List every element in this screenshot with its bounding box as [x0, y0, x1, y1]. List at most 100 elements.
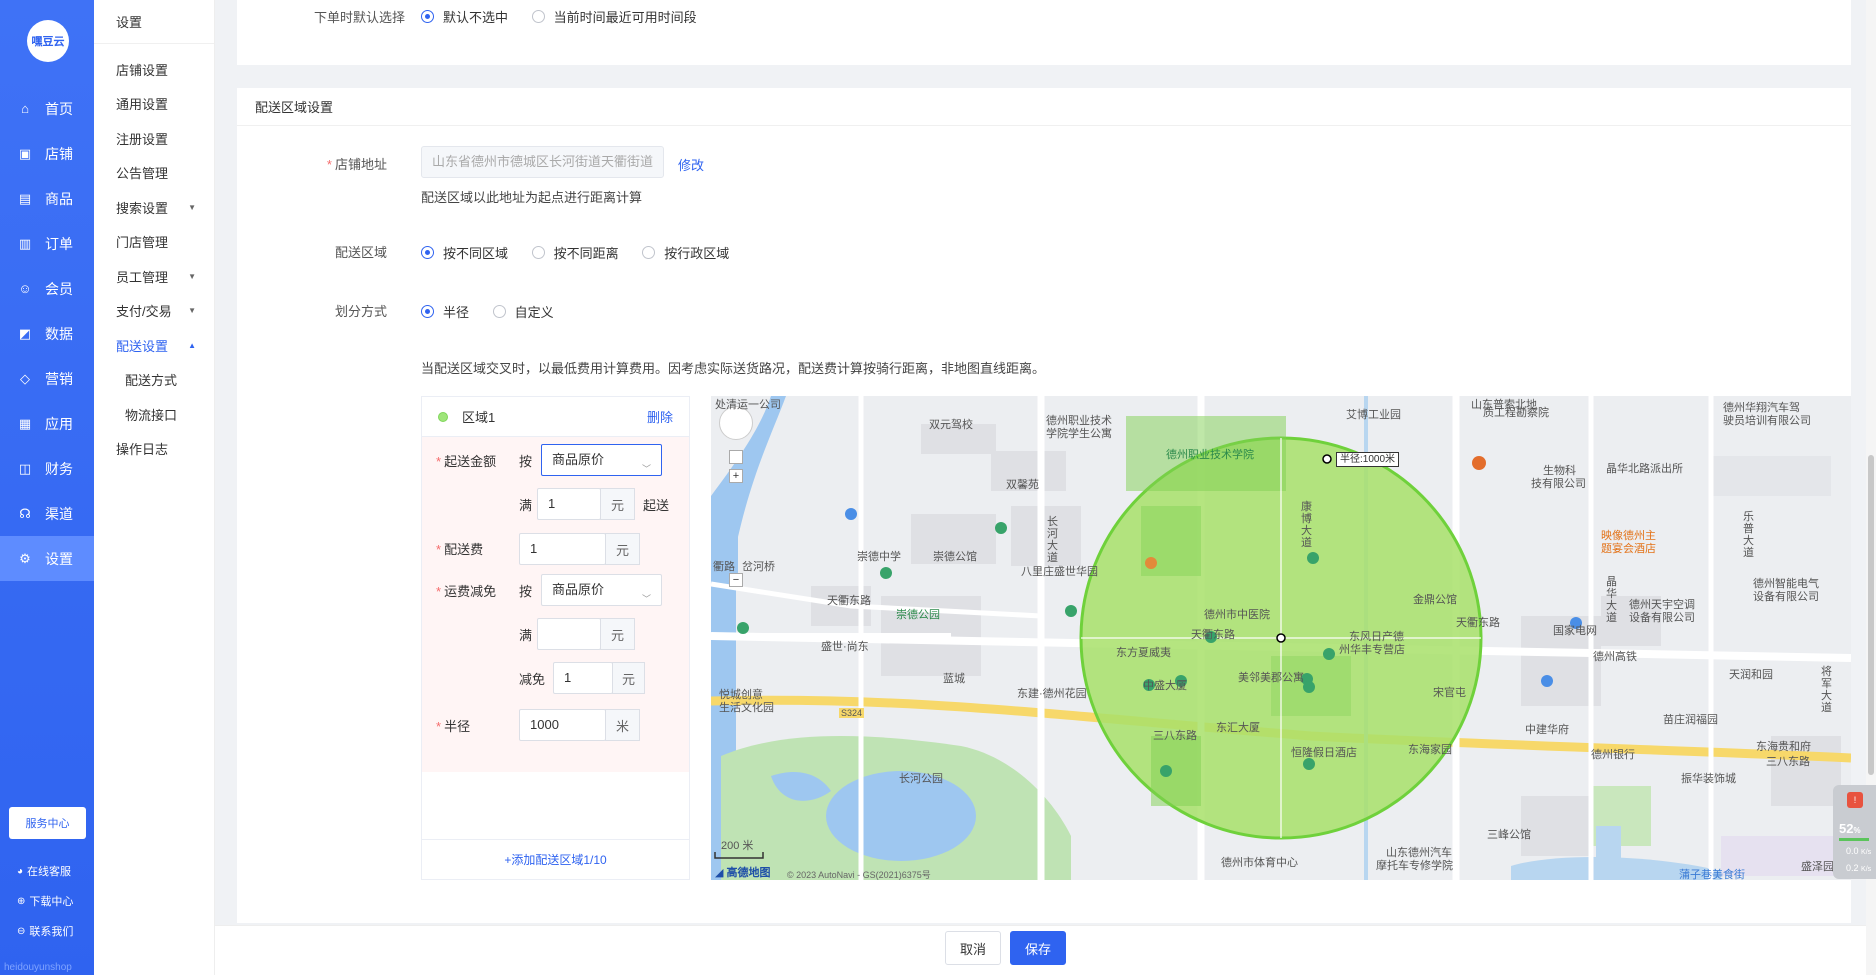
- radio-by-zone[interactable]: 按不同区域: [421, 243, 508, 262]
- brand-logo[interactable]: 嘿豆云: [27, 20, 69, 62]
- service-center-button[interactable]: 服务中心: [9, 807, 86, 839]
- overlap-notice: 当配送区域交叉时，以最低费用计算费用。因考虑实际送货路况，配送费计算按骑行距离，…: [421, 361, 1046, 376]
- submenu-search-settings[interactable]: 搜索设置 ▼: [94, 190, 214, 225]
- map-label: 三八东路: [1153, 730, 1197, 742]
- radio-by-admin-region[interactable]: 按行政区域: [642, 243, 729, 262]
- cpu-percent: 52%: [1839, 821, 1861, 836]
- radius-input[interactable]: 1000: [519, 709, 606, 741]
- scrollbar-thumb[interactable]: [1868, 455, 1874, 775]
- submenu-delivery-settings[interactable]: 配送设置 ▲: [94, 328, 214, 363]
- zoom-out-icon[interactable]: −: [729, 573, 743, 587]
- submenu-logistics-api[interactable]: 物流接口: [94, 397, 214, 432]
- waiver-full-input[interactable]: [537, 618, 601, 650]
- radius-label: * 半径: [436, 719, 471, 734]
- delivery-fee-label: * 配送费: [436, 542, 484, 557]
- waiver-minus-input[interactable]: 1: [553, 662, 613, 694]
- modify-address-link[interactable]: 修改: [678, 155, 704, 174]
- map-label: 驶员培训有限公司: [1723, 415, 1811, 427]
- gear-icon: ⚙: [19, 550, 31, 566]
- radio-by-distance[interactable]: 按不同距离: [531, 243, 619, 262]
- finance-icon: ◫: [18, 460, 32, 476]
- nav-store[interactable]: ▣ 店铺: [0, 131, 94, 176]
- submenu-general-settings[interactable]: 通用设置: [94, 87, 214, 122]
- nav-channel[interactable]: ☊ 渠道: [0, 491, 94, 536]
- map-label: 衢路: [713, 561, 735, 573]
- map-label: 振华装饰城: [1681, 773, 1736, 785]
- map-road-badge: S324: [839, 708, 865, 718]
- delivery-map[interactable]: + − 半径:1000米 处清运一公司 双元驾校 德州职业技术 学院学生公寓 德…: [711, 396, 1851, 880]
- submenu-store-settings[interactable]: 店铺设置: [94, 52, 214, 87]
- waiver-price-select[interactable]: 商品原价 ﹀: [541, 574, 662, 606]
- delivery-area-label: 配送区域: [334, 245, 387, 260]
- map-label: 东汇大厦: [1216, 722, 1260, 734]
- download-icon: ⊕: [17, 895, 26, 907]
- order-icon: ▥: [18, 235, 32, 251]
- zoom-in-icon[interactable]: +: [729, 469, 743, 483]
- map-label: 晶华北路派出所: [1606, 463, 1683, 475]
- submenu-payment[interactable]: 支付/交易 ▼: [94, 294, 214, 329]
- delivery-area-options: 按不同区域 按不同距离 按行政区域: [421, 243, 749, 262]
- online-service-link[interactable]: ◕ 在线客服: [17, 856, 73, 886]
- cancel-button[interactable]: 取消: [945, 931, 1001, 965]
- division-method-options: 半径 自定义: [421, 302, 574, 321]
- zone-color-dot: [438, 411, 448, 422]
- map-copyright: © 2023 AutoNavi - GS(2021)6375号: [787, 870, 931, 880]
- yuan-addon: 元: [600, 618, 635, 650]
- submenu-staff[interactable]: 员工管理 ▼: [94, 259, 214, 294]
- map-label: 摩托车专修学院: [1376, 860, 1453, 872]
- nav-home[interactable]: ⌂ 首页: [0, 86, 94, 131]
- watermark: heidouyunshop: [4, 962, 72, 973]
- by-label: 按: [519, 454, 533, 469]
- nav-data[interactable]: ◩ 数据: [0, 311, 94, 356]
- map-label: 东建·德州花园: [1017, 688, 1087, 700]
- map-scale-label: 200 米: [721, 840, 754, 852]
- nav-marketing[interactable]: ◇ 营销: [0, 356, 94, 401]
- map-road-label: 晶华大道: [1606, 576, 1617, 624]
- submenu-announcements[interactable]: 公告管理: [94, 156, 214, 191]
- nav-order[interactable]: ▥ 订单: [0, 221, 94, 266]
- radio-nearest-time[interactable]: 当前时间最近可用时间段: [531, 7, 697, 26]
- radio-default-none[interactable]: 默认不选中: [421, 7, 508, 26]
- contact-us-link[interactable]: ⊖ 联系我们: [17, 916, 73, 946]
- nav-app[interactable]: ▦ 应用: [0, 401, 94, 446]
- delivery-fee-input[interactable]: 1: [519, 533, 606, 565]
- chevron-down-icon: ﹀: [641, 464, 651, 474]
- nav-goods[interactable]: ▤ 商品: [0, 176, 94, 221]
- map-label: 德州高铁: [1593, 651, 1637, 663]
- add-zone-button[interactable]: +添加配送区域1/10: [422, 839, 689, 879]
- usage-bar: [1839, 838, 1869, 841]
- radio-custom[interactable]: 自定义: [492, 302, 554, 321]
- map-road-label: 长河大道: [1047, 516, 1058, 564]
- chart-icon: ◩: [18, 325, 32, 341]
- app-icon: ▦: [18, 415, 32, 431]
- store-address-input[interactable]: 山东省德州市德城区长河街道天衢街道: [421, 146, 664, 178]
- radio-radius[interactable]: 半径: [421, 302, 469, 321]
- nav-finance[interactable]: ◫ 财务: [0, 446, 94, 491]
- side-links: ◕ 在线客服 ⊕ 下载中心 ⊖ 联系我们: [17, 856, 73, 946]
- save-button[interactable]: 保存: [1010, 931, 1066, 965]
- download-center-link[interactable]: ⊕ 下载中心: [17, 886, 73, 916]
- map-locate-icon[interactable]: [729, 450, 743, 464]
- min-amount-input[interactable]: 1: [537, 488, 601, 520]
- minus-label: 减免: [519, 672, 546, 687]
- order-default-options: 默认不选中 当前时间最近可用时间段: [421, 7, 717, 26]
- submenu-delivery-methods[interactable]: 配送方式: [94, 363, 214, 398]
- map-label: 崇德公园: [896, 609, 940, 621]
- submenu-register-settings[interactable]: 注册设置: [94, 121, 214, 156]
- map-label: 岔河桥: [742, 561, 775, 573]
- map-label: 双元驾校: [929, 419, 973, 431]
- min-amount-price-select[interactable]: 商品原价 ﹀: [541, 444, 662, 476]
- zone-name: 区域1: [462, 410, 496, 425]
- division-method-label: 划分方式: [334, 304, 387, 319]
- zone-header: 区域1 删除: [422, 397, 689, 437]
- submenu-operation-log[interactable]: 操作日志: [94, 432, 214, 467]
- system-monitor-widget[interactable]: ! 52% 0.0 K/s 0.2 K/s: [1833, 785, 1876, 879]
- delete-zone-button[interactable]: 删除: [647, 407, 673, 426]
- map-label: 学院学生公寓: [1046, 428, 1112, 440]
- nav-member[interactable]: ☺ 会员: [0, 266, 94, 311]
- map-label: 宋官屯: [1433, 687, 1466, 699]
- member-icon: ☺: [18, 280, 32, 296]
- map-label: 质工程勘察院: [1483, 407, 1549, 419]
- nav-settings[interactable]: ⚙ 设置: [0, 536, 94, 581]
- submenu-stores[interactable]: 门店管理: [94, 225, 214, 260]
